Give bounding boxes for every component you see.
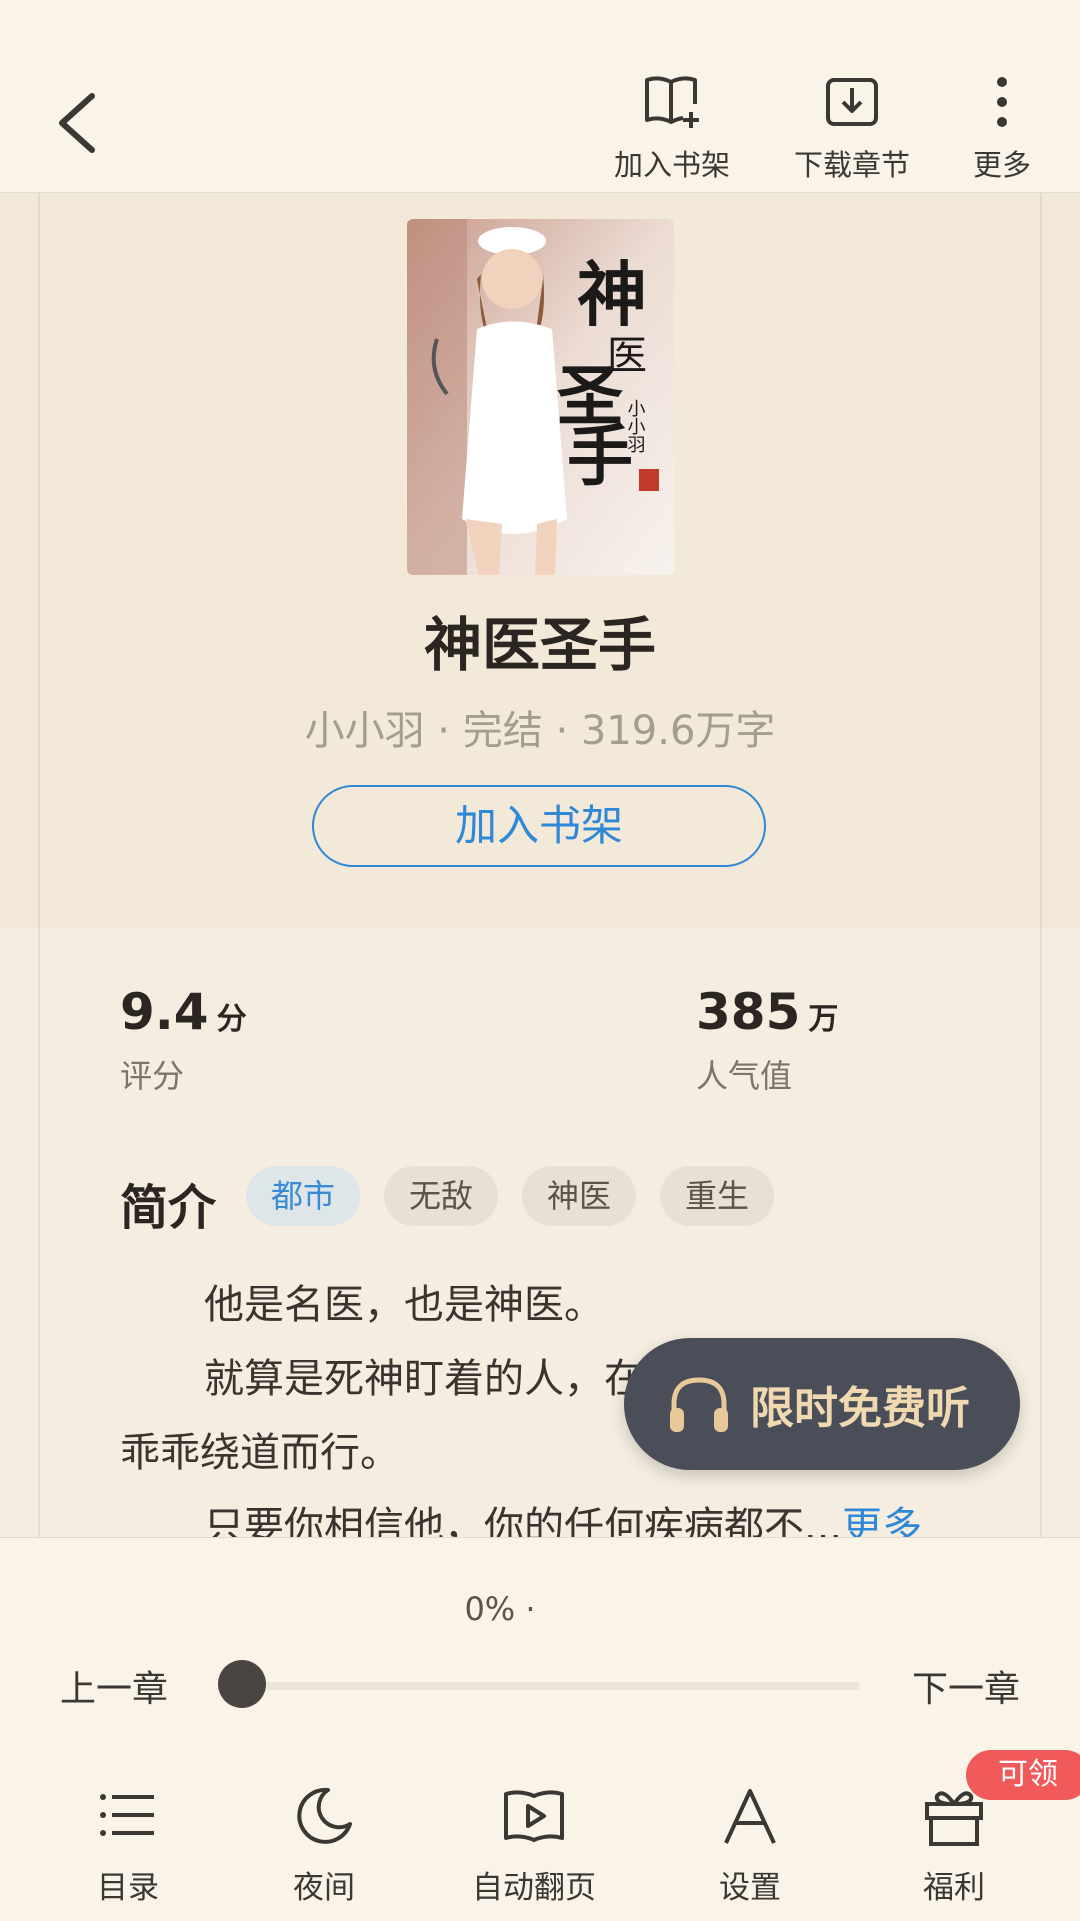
more-label: 更多 bbox=[972, 148, 1031, 182]
divider bbox=[38, 928, 40, 1538]
svg-text:小小羽: 小小羽 bbox=[625, 399, 646, 453]
font-a-icon bbox=[660, 1778, 840, 1854]
add-shelf-button[interactable]: 加入书架 bbox=[606, 70, 738, 182]
rating-label: 评分 bbox=[120, 1057, 185, 1095]
cover-title-char: 神 bbox=[577, 253, 647, 336]
add-shelf-label: 加入书架 bbox=[613, 148, 730, 182]
book-title: 神医圣手 bbox=[423, 611, 656, 679]
nav-welfare-label: 福利 bbox=[923, 1870, 985, 1906]
progress-slider-handle[interactable] bbox=[218, 1660, 266, 1708]
nav-auto-page-label: 自动翻页 bbox=[472, 1870, 596, 1906]
popularity-label: 人气值 bbox=[696, 1057, 793, 1095]
divider bbox=[1040, 193, 1042, 928]
nav-catalog[interactable]: 目录 bbox=[38, 1778, 218, 1907]
svg-text:手: 手 bbox=[567, 417, 633, 495]
tag-chip[interactable]: 重生 bbox=[660, 1166, 774, 1226]
reader-control-panel: 0% · 上一章 下一章 目录 夜间 自动翻页 设置 福利 bbox=[0, 1537, 1080, 1921]
progress-percent: 0% · bbox=[464, 1590, 536, 1628]
rating-stat: 9.4 分 评分 bbox=[120, 983, 247, 1097]
progress-slider-track[interactable] bbox=[220, 1682, 860, 1690]
intro-line: 他是名医，也是神医。 bbox=[204, 1282, 604, 1328]
list-icon bbox=[38, 1778, 218, 1854]
nav-auto-page[interactable]: 自动翻页 bbox=[444, 1778, 624, 1907]
nav-night-label: 夜间 bbox=[293, 1870, 355, 1906]
nav-settings-label: 设置 bbox=[719, 1870, 781, 1906]
rating-unit: 分 bbox=[216, 1002, 247, 1037]
popularity-value: 385 bbox=[696, 983, 801, 1041]
play-book-icon bbox=[444, 1778, 624, 1854]
book-plus-icon bbox=[606, 70, 738, 130]
add-to-shelf-button[interactable]: 加入书架 bbox=[312, 785, 766, 867]
nav-night[interactable]: 夜间 bbox=[234, 1778, 414, 1907]
download-label: 下载章节 bbox=[793, 148, 910, 182]
moon-icon bbox=[234, 1778, 414, 1854]
tag-chip[interactable]: 都市 bbox=[246, 1166, 360, 1226]
popularity-stat: 385 万 人气值 bbox=[696, 983, 838, 1097]
back-icon[interactable] bbox=[50, 88, 110, 158]
tag-chip[interactable]: 神医 bbox=[522, 1166, 636, 1226]
divider bbox=[38, 193, 40, 928]
nav-settings[interactable]: 设置 bbox=[660, 1778, 840, 1907]
claim-badge[interactable]: 可领 bbox=[966, 1750, 1080, 1800]
more-button[interactable]: 更多 bbox=[960, 70, 1044, 182]
more-vertical-icon bbox=[960, 70, 1044, 130]
free-listen-button[interactable]: 限时免费听 bbox=[624, 1338, 1020, 1470]
divider bbox=[1040, 928, 1042, 1538]
download-chapters-button[interactable]: 下载章节 bbox=[786, 70, 918, 182]
book-meta: 小小羽 · 完结 · 319.6万字 bbox=[304, 708, 776, 754]
nav-catalog-label: 目录 bbox=[97, 1870, 159, 1906]
headphones-icon bbox=[666, 1374, 732, 1434]
book-header: 神 医 圣 手 小小羽 神医圣手 小小羽 · 完结 · 319.6万字 加入书架 bbox=[0, 193, 1080, 928]
download-icon bbox=[786, 70, 918, 130]
popularity-unit: 万 bbox=[808, 1002, 839, 1037]
prev-chapter-button[interactable]: 上一章 bbox=[60, 1660, 168, 1712]
next-chapter-button[interactable]: 下一章 bbox=[912, 1660, 1020, 1712]
rating-value: 9.4 bbox=[120, 983, 209, 1041]
tag-chip[interactable]: 无敌 bbox=[384, 1166, 498, 1226]
intro-heading: 简介 bbox=[120, 1180, 217, 1236]
top-bar: 加入书架 下载章节 更多 bbox=[0, 0, 1080, 193]
free-listen-label: 限时免费听 bbox=[750, 1383, 970, 1434]
book-cover[interactable]: 神 医 圣 手 小小羽 bbox=[407, 219, 674, 575]
